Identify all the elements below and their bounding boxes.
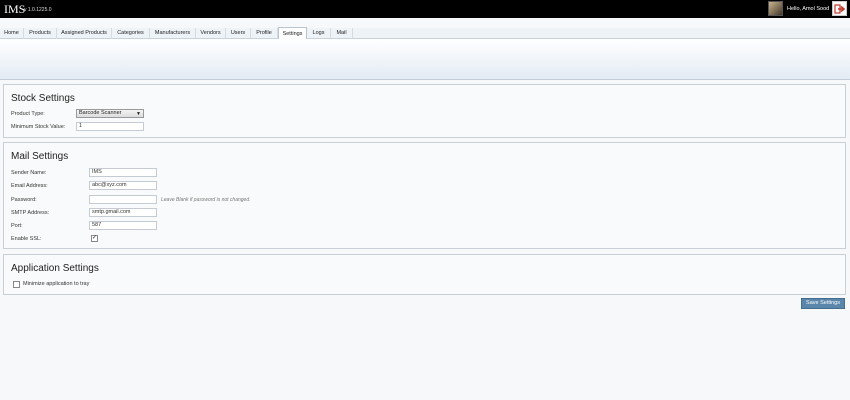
min-stock-label: Minimum Stock Value: (11, 124, 66, 130)
tab-manufacturers[interactable]: Manufacturers (150, 28, 196, 39)
tab-assigned-products[interactable]: Assigned Products (57, 28, 112, 39)
smtp-input[interactable]: smtp.gmail.com (89, 208, 157, 217)
password-label: Password: (11, 197, 37, 203)
tab-products[interactable]: Products (24, 28, 57, 39)
sender-name-input[interactable]: IMS (89, 168, 157, 177)
product-type-label: Product Type: (11, 111, 45, 117)
user-greeting: Hello, Amol Sood (787, 6, 830, 12)
product-type-select[interactable]: Barcode Scanner ▼ (76, 109, 144, 118)
tab-mail[interactable]: Mail (331, 28, 353, 39)
port-input[interactable]: 587 (89, 221, 157, 230)
application-settings-panel: Application Settings Minimize applicatio… (3, 254, 846, 295)
min-stock-input[interactable]: 1 (76, 122, 144, 131)
ribbon-area (0, 39, 850, 80)
tab-logs[interactable]: Logs (307, 28, 331, 39)
stock-settings-title: Stock Settings (11, 93, 75, 104)
minimize-tray-label[interactable]: Minimize application to tray (23, 281, 89, 287)
tab-users[interactable]: Users (226, 28, 251, 39)
password-hint: Leave Blank if password is not changed. (161, 197, 251, 203)
logout-button[interactable] (832, 1, 847, 16)
avatar[interactable] (768, 1, 783, 16)
app-title: IMS (4, 2, 26, 16)
title-bar: IMS v 1.0.1225.0 Hello, Amol Sood (0, 0, 850, 18)
sender-name-label: Sender Name: (11, 170, 47, 176)
tab-bar: Home Products Assigned Products Categori… (0, 27, 850, 39)
mail-settings-panel: Mail Settings Sender Name: IMS Email Add… (3, 142, 846, 249)
mail-settings-title: Mail Settings (11, 151, 69, 162)
tab-home[interactable]: Home (0, 28, 24, 39)
password-input[interactable] (89, 195, 157, 204)
product-type-value: Barcode Scanner (79, 110, 122, 116)
email-input[interactable]: abc@xyz.com (89, 181, 157, 190)
save-settings-button[interactable]: Save Settings (801, 298, 845, 309)
app-version: v 1.0.1225.0 (24, 7, 52, 13)
application-settings-title: Application Settings (11, 263, 99, 274)
chevron-down-icon: ▼ (136, 111, 141, 117)
logout-arrow-icon (834, 4, 846, 14)
checkmark-icon: ✓ (92, 235, 98, 241)
tab-settings[interactable]: Settings (278, 27, 307, 39)
tab-profile[interactable]: Profile (251, 28, 278, 39)
stock-settings-panel: Stock Settings Product Type: Barcode Sca… (3, 84, 846, 138)
tab-categories[interactable]: Categories (112, 28, 150, 39)
tab-vendors[interactable]: Vendors (196, 28, 226, 39)
minimize-tray-checkbox[interactable] (13, 281, 20, 288)
email-label: Email Address: (11, 183, 48, 189)
ssl-checkbox[interactable]: ✓ (91, 235, 98, 242)
ssl-label: Enable SSL: (11, 236, 42, 242)
smtp-label: SMTP Address: (11, 210, 50, 216)
port-label: Port: (11, 223, 23, 229)
